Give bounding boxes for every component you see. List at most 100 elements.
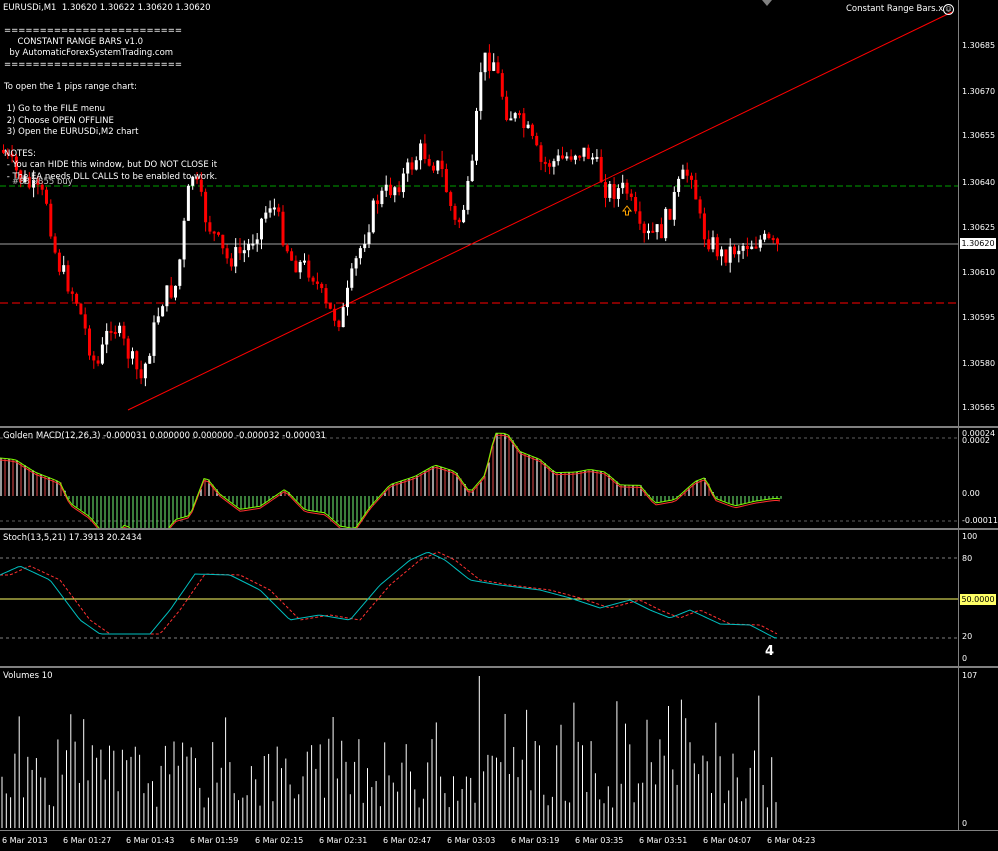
- price-tick: 1.30595: [962, 313, 996, 322]
- candle-body: [466, 181, 470, 210]
- candle-body: [728, 246, 732, 263]
- candle-body: [281, 211, 285, 246]
- candle-body: [432, 165, 435, 171]
- candle-body: [518, 113, 521, 116]
- candle-body: [346, 287, 349, 308]
- candle-body: [453, 205, 457, 220]
- candle-body: [733, 246, 736, 255]
- candle-body: [393, 187, 397, 196]
- candle-body: [707, 239, 711, 250]
- candle-body: [457, 219, 461, 223]
- time-axis[interactable]: 6 Mar 2013 6 Mar 01:27 6 Mar 01:43 6 Mar 01…: [0, 830, 998, 851]
- candle-body: [539, 145, 543, 162]
- price-tick: 1.30685: [962, 41, 996, 50]
- candle-body: [419, 143, 423, 161]
- volumes-label: Volumes 10: [3, 671, 53, 681]
- current-price-badge: 1.30620: [960, 238, 996, 249]
- candle-body: [586, 147, 590, 159]
- candle-body: [427, 158, 431, 166]
- stoch-tick-20: 20: [962, 632, 973, 641]
- candle-body: [238, 247, 242, 254]
- candle-body: [264, 212, 268, 219]
- stochastic-canvas: [0, 551, 958, 639]
- price-scale-border: [958, 0, 959, 850]
- scroll-marker-icon[interactable]: [762, 0, 772, 6]
- smiley-icon: ☺: [943, 4, 954, 15]
- candle-body: [83, 314, 87, 329]
- candle-body: [272, 207, 276, 210]
- candle-body: [221, 234, 225, 249]
- volumes-pane[interactable]: Volumes 10: [0, 668, 958, 830]
- candle-body: [371, 200, 375, 233]
- trendline: [127, 11, 953, 411]
- candle-body: [242, 250, 246, 254]
- candle-body: [672, 191, 676, 220]
- candle-body: [260, 218, 263, 240]
- candle-body: [556, 155, 560, 162]
- candle-body: [363, 243, 367, 249]
- candle-body: [647, 230, 650, 234]
- candle-body: [350, 268, 354, 288]
- candle-body: [182, 220, 186, 260]
- candle-body: [604, 182, 607, 198]
- candle-body: [165, 285, 169, 307]
- candle-body: [414, 160, 418, 170]
- candle-body: [303, 260, 306, 263]
- price-tick: 1.30625: [962, 223, 996, 232]
- candle-body: [75, 293, 79, 304]
- candle-body: [152, 322, 156, 356]
- candle-body: [358, 248, 362, 259]
- ea-panel-line: =========================: [4, 26, 183, 36]
- time-axis-label: 6 Mar 02:47: [383, 836, 432, 845]
- candle-body: [285, 245, 289, 252]
- price-tick: 1.30640: [962, 178, 996, 187]
- candle-body: [100, 344, 104, 364]
- candle-body: [681, 169, 685, 179]
- candle-body: [294, 260, 298, 273]
- candle-body: [530, 124, 534, 136]
- price-chart-pane[interactable]: EURUSDi,M1 1.30620 1.30622 1.30620 1.306…: [0, 0, 958, 426]
- candle-body: [96, 360, 100, 364]
- candle-body: [131, 351, 134, 359]
- candle-body: [229, 258, 233, 267]
- candle-body: [66, 265, 70, 292]
- candle-body: [255, 239, 259, 244]
- stoch-tick-100: 100: [962, 532, 978, 541]
- macd-canvas: [0, 432, 958, 528]
- candle-body: [543, 161, 547, 164]
- time-axis-label: 6 Mar 04:07: [703, 836, 752, 845]
- candle-body: [311, 277, 315, 282]
- candle-body: [505, 96, 509, 120]
- stochastic-scale[interactable]: 100 80 20 0 50.0000: [958, 530, 998, 666]
- candle-body: [573, 155, 577, 160]
- candle-body: [79, 303, 83, 315]
- candle-body: [711, 237, 715, 250]
- ea-panel-line: 2) Choose OPEN OFFLINE: [4, 115, 114, 126]
- time-axis-label: 6 Mar 03:19: [511, 836, 560, 845]
- candle-body: [225, 248, 229, 259]
- candle-body: [367, 232, 371, 244]
- volumes-tick-zero: 0: [962, 819, 968, 828]
- candle-body: [750, 246, 754, 250]
- price-scale[interactable]: 1.30685 1.30670 1.30655 1.30640 1.30625 1.306…: [958, 0, 998, 426]
- ea-panel-line: - You can HIDE this window, but DO NOT C…: [4, 160, 218, 171]
- time-axis-label: 6 Mar 04:23: [767, 836, 816, 845]
- candle-body: [277, 207, 281, 212]
- candle-body: [169, 285, 173, 298]
- macd-label: Golden MACD(12,26,3) -0.000031 0.000000 …: [3, 431, 326, 441]
- candle-body: [776, 238, 779, 245]
- candle-body: [397, 187, 401, 193]
- volumes-scale[interactable]: 107 0: [958, 668, 998, 830]
- candle-body: [341, 307, 345, 328]
- macd-pane[interactable]: Golden MACD(12,26,3) -0.000031 0.000000 …: [0, 428, 958, 528]
- candle-body: [599, 156, 603, 183]
- candle-body: [156, 316, 160, 323]
- macd-scale[interactable]: 0.00024 0.0002 0.00 -0.00011: [958, 428, 998, 528]
- candle-body: [715, 237, 719, 257]
- candle-body: [212, 231, 216, 234]
- candle-body: [148, 355, 152, 364]
- candle-body: [384, 184, 388, 191]
- stochastic-pane[interactable]: Stoch(13,5,21) 17.3913 20.2434 4: [0, 530, 958, 666]
- price-tick: 1.30655: [962, 131, 996, 140]
- candle-body: [496, 62, 500, 74]
